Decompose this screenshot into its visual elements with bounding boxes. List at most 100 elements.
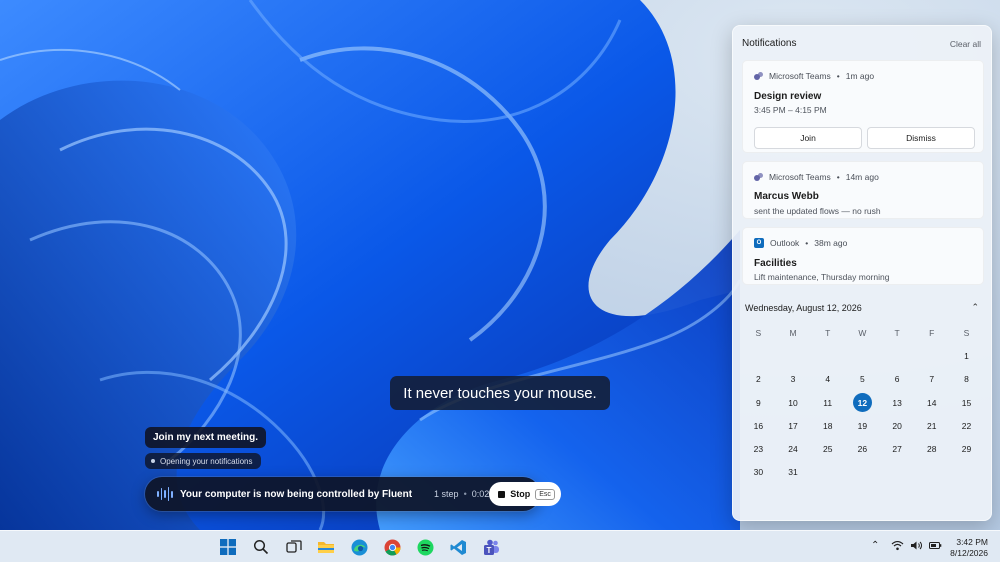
calendar-day-of-week: T	[894, 327, 900, 338]
notification-time: 1m ago	[845, 71, 875, 81]
join-button[interactable]: Join	[754, 127, 862, 149]
status-dot-icon	[151, 459, 155, 463]
calendar-day[interactable]: 5	[845, 368, 880, 391]
agent-separator: •	[463, 489, 467, 499]
calendar-day-of-week: T	[825, 327, 831, 338]
stop-icon	[498, 490, 506, 498]
calendar-day[interactable]: 15	[949, 391, 984, 414]
calendar-day[interactable]: 14	[914, 391, 949, 414]
notification-title-text: Design review	[754, 91, 822, 102]
calendar-empty-cell	[914, 461, 949, 484]
calendar-day[interactable]: 8	[949, 368, 984, 391]
notification-dot: •	[805, 238, 809, 248]
notification-dot: •	[836, 172, 840, 182]
calendar-day-of-week: S	[963, 327, 970, 338]
notification-subtitle: Lift maintenance, Thursday morning	[754, 272, 890, 282]
notification-dot: •	[836, 71, 840, 81]
calendar-empty-cell	[880, 344, 915, 367]
edge-icon[interactable]	[350, 538, 368, 556]
calendar-day[interactable]: 20	[880, 414, 915, 437]
calendar-empty-cell	[880, 461, 915, 484]
calendar-day-label: 12	[852, 393, 872, 413]
taskbar: T ⌃ 3:42 PM 8/12/2026	[0, 530, 1000, 562]
calendar-day[interactable]: 1	[949, 344, 984, 367]
calendar-day[interactable]: 27	[880, 437, 915, 460]
calendar-day[interactable]: 17	[776, 414, 811, 437]
voice-wave-icon	[157, 487, 173, 501]
file-explorer-icon[interactable]	[317, 538, 335, 556]
stop-button[interactable]: Stop Esc	[489, 482, 561, 506]
calendar-grid: S M T W T F S 1 2 3 4 5 6 7 8 9 10 11 12 13 14 15 16 17 18 19 20 21…	[741, 321, 984, 484]
calendar-day[interactable]: 13	[880, 391, 915, 414]
notification-header: Notifications Clear all	[742, 38, 981, 49]
clock-date: 8/12/2026	[950, 548, 988, 558]
calendar-day[interactable]: 7	[914, 368, 949, 391]
calendar-day[interactable]: 18	[810, 414, 845, 437]
calendar-day[interactable]: 2	[741, 368, 776, 391]
calendar-day[interactable]: 26	[845, 437, 880, 460]
spotify-icon[interactable]	[416, 538, 434, 556]
vscode-icon[interactable]	[449, 538, 467, 556]
calendar-empty-cell	[845, 461, 880, 484]
teams-icon	[754, 172, 763, 182]
agent-prompt-bubble: Join my next meeting.	[145, 427, 267, 448]
calendar-day[interactable]: 10	[776, 391, 811, 414]
calendar-day[interactable]: 11	[810, 391, 845, 414]
calendar-day[interactable]: 4	[810, 368, 845, 391]
calendar-day[interactable]: 25	[810, 437, 845, 460]
agent-control-bar: Your computer is now being controlled by…	[145, 477, 561, 511]
calendar-day[interactable]: 16	[741, 414, 776, 437]
notification-app-row: Microsoft Teams • 14m ago	[754, 172, 879, 182]
notification-subtitle: 3:45 PM – 4:15 PM	[754, 105, 827, 115]
notification-title-text: Facilities	[754, 258, 797, 269]
clear-all-button[interactable]: Clear all	[950, 39, 981, 49]
calendar-empty-cell	[949, 461, 984, 484]
task-view-icon[interactable]	[285, 538, 303, 556]
chevron-up-icon[interactable]: ⌃	[871, 540, 879, 551]
agent-control-text: Your computer is now being controlled by…	[180, 488, 413, 500]
notification-app-name: Microsoft Teams	[769, 71, 831, 81]
search-icon[interactable]	[252, 538, 270, 556]
calendar-day[interactable]: 21	[914, 414, 949, 437]
calendar-day[interactable]: 3	[776, 368, 811, 391]
calendar-day[interactable]: 30	[741, 461, 776, 484]
battery-icon[interactable]	[929, 540, 942, 554]
calendar-day[interactable]: 9	[741, 391, 776, 414]
notification-card-facilities[interactable]: O Outlook • 38m ago Facilities Lift main…	[742, 227, 984, 285]
calendar-day[interactable]: 6	[880, 368, 915, 391]
notification-center: Notifications Clear all Microsoft Teams …	[732, 25, 992, 521]
chevron-up-icon[interactable]: ⌃	[971, 302, 979, 313]
chrome-icon[interactable]	[383, 538, 401, 556]
calendar-day[interactable]: 28	[914, 437, 949, 460]
notification-title-text: Marcus Webb	[754, 191, 819, 202]
esc-key-hint: Esc	[535, 488, 555, 500]
dismiss-button[interactable]: Dismiss	[867, 127, 975, 149]
agent-status-bubble: Opening your notifications	[145, 453, 261, 469]
system-clock[interactable]: 3:42 PM 8/12/2026	[950, 537, 988, 559]
notification-card-marcus-webb[interactable]: Microsoft Teams • 14m ago Marcus Webb se…	[742, 161, 984, 219]
teams-icon[interactable]: T	[482, 538, 500, 556]
notification-subtitle: sent the updated flows — no rush	[754, 206, 881, 216]
wifi-icon[interactable]	[891, 540, 904, 554]
calendar-day[interactable]: 24	[776, 437, 811, 460]
agent-elapsed-time: 0:02	[471, 489, 490, 499]
calendar-day-of-week: S	[755, 327, 762, 338]
calendar-day[interactable]: 19	[845, 414, 880, 437]
calendar-day-of-week: F	[929, 327, 935, 338]
notification-time: 38m ago	[814, 238, 848, 248]
calendar-empty-cell	[741, 344, 776, 367]
calendar-empty-cell	[810, 461, 845, 484]
notification-card-design-review[interactable]: Microsoft Teams • 1m ago Design review 3…	[742, 60, 984, 153]
teams-icon	[754, 71, 763, 81]
svg-text:T: T	[486, 546, 491, 555]
calendar-day[interactable]: 22	[949, 414, 984, 437]
calendar-empty-cell	[914, 344, 949, 367]
calendar-day[interactable]: 29	[949, 437, 984, 460]
calendar-day[interactable]: 23	[741, 437, 776, 460]
outlook-icon: O	[754, 238, 764, 248]
start-icon[interactable]	[219, 538, 237, 556]
calendar-day-of-week: M	[789, 327, 797, 338]
volume-icon[interactable]	[910, 540, 923, 554]
calendar-day[interactable]: 31	[776, 461, 811, 484]
calendar-day-today[interactable]: 12	[845, 391, 880, 414]
